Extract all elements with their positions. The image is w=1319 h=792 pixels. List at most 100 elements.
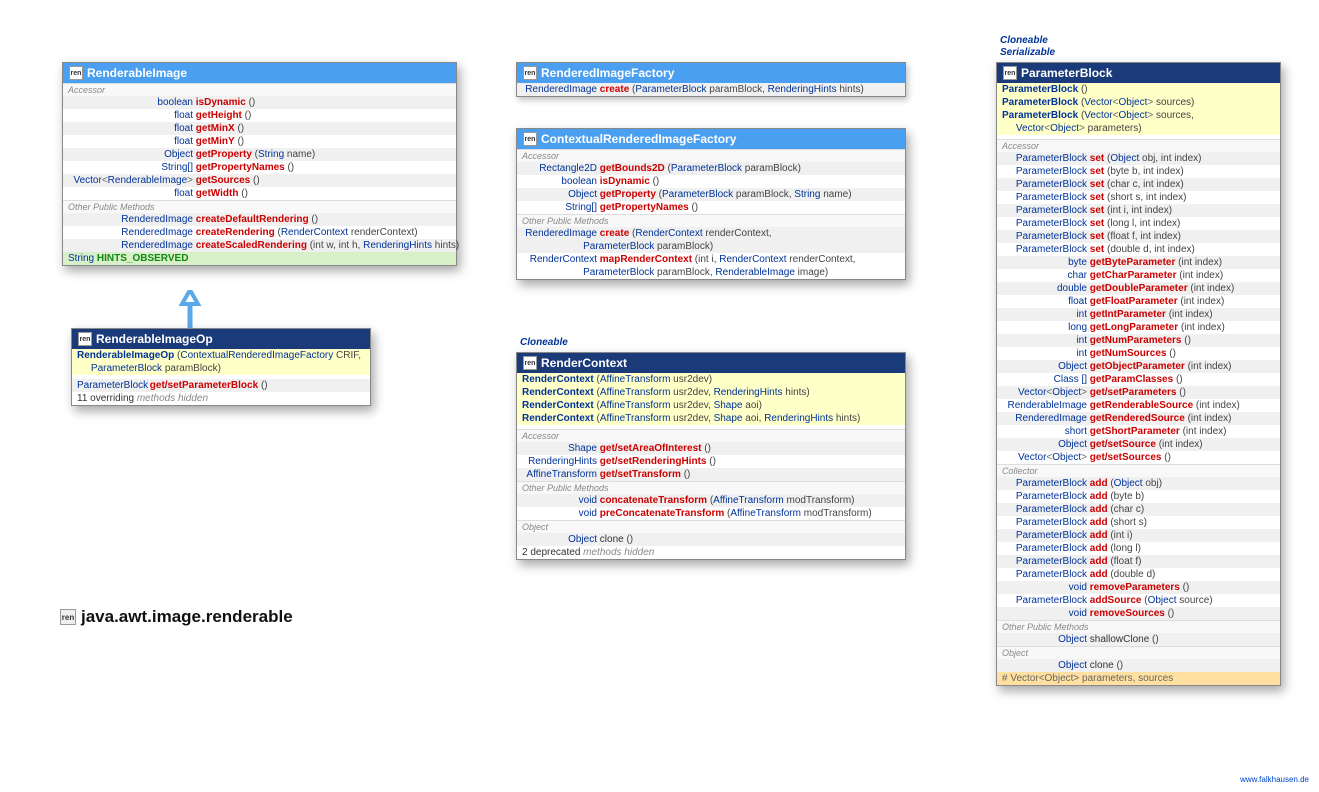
method-row: Object shallowClone () [997,633,1280,646]
method-row: float getMinX () [63,122,456,135]
method-row: char getCharParameter (int index) [997,269,1280,282]
section-accessor: Accessor [997,139,1280,152]
class-icon: ren [523,66,537,80]
class-rendered-image-factory: ren RenderedImageFactory RenderedImage c… [516,62,906,97]
class-title: RenderedImageFactory [541,66,674,80]
method-row: float getWidth () [63,187,456,200]
method-row: ParameterBlock set (double d, int index) [997,243,1280,256]
method-row: ParameterBlock set (char c, int index) [997,178,1280,191]
method-row: ParameterBlock add (short s) [997,516,1280,529]
method-row: RenderedImage create (RenderContext rend… [517,227,905,253]
method-row: RenderedImage createDefaultRendering () [63,213,456,226]
section-accessor: Accessor [63,83,456,96]
class-header: ren RenderableImage [63,63,456,83]
field-row: String HINTS_OBSERVED [63,252,456,265]
method-row: Rectangle2D getBounds2D (ParameterBlock … [517,162,905,175]
ctor-row: RenderContext (AffineTransform usr2dev) [517,373,905,386]
method-row: ParameterBlock add (double d) [997,568,1280,581]
class-header: ren ContextualRenderedImageFactory [517,129,905,149]
stereotype-cloneable: Cloneable [1000,35,1048,46]
ctor-row: RenderContext (AffineTransform usr2dev, … [517,399,905,412]
method-row: Object getObjectParameter (int index) [997,360,1280,373]
method-row: ParameterBlock add (int i) [997,529,1280,542]
method-row: void concatenateTransform (AffineTransfo… [517,494,905,507]
method-row: Object getProperty (ParameterBlock param… [517,188,905,201]
method-row: int getIntParameter (int index) [997,308,1280,321]
class-icon: ren [69,66,83,80]
method-row: RenderedImage create (ParameterBlock par… [517,83,905,96]
section-accessor: Accessor [517,149,905,162]
method-row: Vector<Object> get/setParameters () [997,386,1280,399]
method-row: ParameterBlock addSource (Object source) [997,594,1280,607]
method-row: Vector<RenderableImage> getSources () [63,174,456,187]
class-title: RenderableImageOp [96,332,213,346]
package-label: ren java.awt.image.renderable [60,607,293,627]
class-icon: ren [1003,66,1017,80]
method-row: Object clone () [997,659,1280,672]
method-row: short getShortParameter (int index) [997,425,1280,438]
method-row: double getDoubleParameter (int index) [997,282,1280,295]
class-render-context: ren RenderContext RenderContext (AffineT… [516,352,906,560]
method-row: void preConcatenateTransform (AffineTran… [517,507,905,520]
class-icon: ren [523,356,537,370]
footer-link[interactable]: www.falkhausen.de [1240,775,1309,784]
method-row: byte getByteParameter (int index) [997,256,1280,269]
ctor-row: ParameterBlock (Vector<Object> sources) [997,96,1280,109]
stereotype-serializable: Serializable [1000,47,1055,58]
note-row: 11 overriding methods hidden [72,392,370,405]
class-renderable-image: ren RenderableImage Accessor boolean isD… [62,62,457,266]
class-icon: ren [523,132,537,146]
method-row: int getNumParameters () [997,334,1280,347]
ctor-row: ParameterBlock () [997,83,1280,96]
class-header: ren RenderableImageOp [72,329,370,349]
package-icon: ren [60,609,76,625]
method-row: ParameterBlock add (Object obj) [997,477,1280,490]
method-row: RenderedImage createScaledRendering (int… [63,239,456,252]
class-title: ContextualRenderedImageFactory [541,132,736,146]
method-row: ParameterBlock set (Object obj, int inde… [997,152,1280,165]
stereotype-cloneable: Cloneable [520,337,568,348]
method-row: Object getProperty (String name) [63,148,456,161]
method-row: void removeParameters () [997,581,1280,594]
class-title: RenderableImage [87,66,187,80]
method-row: RenderingHints get/setRenderingHints () [517,455,905,468]
method-row: ParameterBlock set (byte b, int index) [997,165,1280,178]
method-row: RenderableImage getRenderableSource (int… [997,399,1280,412]
section-collector: Collector [997,464,1280,477]
class-title: ParameterBlock [1021,66,1112,80]
method-row: float getFloatParameter (int index) [997,295,1280,308]
class-header: ren RenderContext [517,353,905,373]
class-title: RenderContext [541,356,627,370]
section-other: Other Public Methods [997,620,1280,633]
ctor-row: RenderContext (AffineTransform usr2dev, … [517,412,905,425]
method-row: void removeSources () [997,607,1280,620]
method-row: ParameterBlock set (float f, int index) [997,230,1280,243]
method-row: float getMinY () [63,135,456,148]
method-row: RenderContext mapRenderContext (int i, R… [517,253,905,279]
method-row: ParameterBlock get/setParameterBlock () [72,379,370,392]
method-row: ParameterBlock add (float f) [997,555,1280,568]
method-row: boolean isDynamic () [63,96,456,109]
method-row: int getNumSources () [997,347,1280,360]
method-row: Class [] getParamClasses () [997,373,1280,386]
method-row: ParameterBlock add (long l) [997,542,1280,555]
class-header: ren RenderedImageFactory [517,63,905,83]
package-name: java.awt.image.renderable [81,607,293,627]
section-other: Other Public Methods [517,481,905,494]
proto-row: # Vector<Object> parameters, sources [997,672,1280,685]
method-row: ParameterBlock set (short s, int index) [997,191,1280,204]
method-row: ParameterBlock add (byte b) [997,490,1280,503]
method-row: ParameterBlock add (char c) [997,503,1280,516]
class-renderable-image-op: ren RenderableImageOp RenderableImageOp … [71,328,371,406]
section-object: Object [997,646,1280,659]
method-row: String[] getPropertyNames () [517,201,905,214]
method-row: Object get/setSource (int index) [997,438,1280,451]
section-other: Other Public Methods [517,214,905,227]
method-row: ParameterBlock set (long l, int index) [997,217,1280,230]
note-row: 2 deprecated methods hidden [517,546,905,559]
class-contextual-factory: ren ContextualRenderedImageFactory Acces… [516,128,906,280]
section-accessor: Accessor [517,429,905,442]
section-object: Object [517,520,905,533]
section-other: Other Public Methods [63,200,456,213]
method-row: RenderedImage createRendering (RenderCon… [63,226,456,239]
